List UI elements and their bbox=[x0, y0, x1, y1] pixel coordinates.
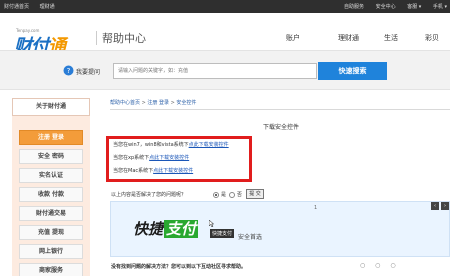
banner-subtitle: 安全首选 bbox=[238, 234, 263, 241]
sidebar-item-online-bank[interactable]: 网上银行 bbox=[19, 244, 83, 259]
question-icon: ? bbox=[63, 65, 74, 76]
radio-yes[interactable] bbox=[213, 192, 219, 198]
top-link-licaitong[interactable]: 理财通 bbox=[40, 4, 55, 10]
breadcrumb-divider bbox=[110, 109, 450, 110]
radio-yes-label: 是 bbox=[221, 192, 227, 198]
download-link[interactable]: 点此下载安装控件 bbox=[153, 168, 193, 174]
sidebar-item-receive-pay[interactable]: 收款 付款 bbox=[19, 187, 83, 202]
breadcrumb-control[interactable]: 安全控件 bbox=[176, 100, 196, 106]
banner-title-b: 支付 bbox=[164, 220, 199, 238]
svg-text:?: ? bbox=[67, 67, 71, 75]
breadcrumb-register[interactable]: 注册 登录 bbox=[147, 100, 169, 106]
search-band: ? 我要提问 快速搜索 bbox=[0, 50, 450, 90]
sidebar-item-merchant[interactable]: 商家服务 bbox=[19, 263, 83, 276]
banner-page-number: 1 bbox=[314, 205, 318, 211]
banner-tooltip: 快捷支付 bbox=[210, 229, 235, 238]
banner-title: 快捷 支付 bbox=[133, 218, 199, 239]
nav-caibei[interactable]: 彩贝 bbox=[425, 33, 439, 43]
tenpay-logo[interactable]: Tenpay.com 财付通 bbox=[6, 21, 92, 57]
sidebar-item-topup-withdraw[interactable]: 充值 提现 bbox=[19, 225, 83, 240]
search-label: 我要提问 bbox=[76, 69, 101, 76]
sidebar-item-transactions[interactable]: 财付通交易 bbox=[19, 206, 83, 221]
download-link[interactable]: 点此下载安装控件 bbox=[149, 155, 189, 161]
mouse-cursor-icon bbox=[209, 220, 214, 227]
feedback-question: 以上内容是否解决了您的问题呢？ bbox=[111, 192, 187, 198]
banner-prev-icon[interactable]: ‹ bbox=[431, 202, 439, 210]
sidebar-item-real-name[interactable]: 实名认证 bbox=[19, 168, 83, 183]
banner-next-icon[interactable]: › bbox=[441, 202, 449, 210]
radio-no-label: 否 bbox=[237, 192, 243, 198]
community-icon[interactable]: ○ bbox=[390, 262, 399, 269]
top-bar: 财付通首页 理财通 自助服务 安全中心 客服 ▾ 手机 ▾ bbox=[0, 0, 450, 13]
community-icon[interactable]: ○ bbox=[360, 262, 369, 269]
download-line-win: 当您在win7，win8和vista系统下点此下载安装控件 bbox=[113, 141, 229, 148]
radio-no[interactable] bbox=[229, 192, 235, 198]
page-title: 下载安全控件 bbox=[263, 124, 300, 131]
sidebar: 关于财付通 注册 登录 安全 密码 实名认证 收款 付款 财付通交易 充值 提现… bbox=[12, 98, 90, 276]
download-text: 当您在Mac系统下 bbox=[113, 168, 154, 174]
header: Tenpay.com 财付通 帮助中心 账户 理财通 生活 彩贝 bbox=[0, 13, 450, 57]
help-center-title: 帮助中心 bbox=[102, 32, 146, 45]
download-line-mac: 当您在Mac系统下点此下载安装控件 bbox=[113, 167, 193, 174]
breadcrumb-home[interactable]: 帮助中心首页 bbox=[110, 100, 140, 106]
top-link-mobile[interactable]: 手机 ▾ bbox=[433, 4, 447, 10]
top-link-self-service[interactable]: 自助服务 bbox=[344, 4, 364, 10]
breadcrumb-sep: > bbox=[170, 100, 175, 106]
top-link-home[interactable]: 财付通首页 bbox=[4, 4, 29, 10]
top-link-service[interactable]: 客服 ▾ bbox=[407, 4, 421, 10]
download-link[interactable]: 点此下载安装控件 bbox=[189, 142, 229, 148]
download-text: 当您在win7，win8和vista系统下 bbox=[113, 142, 189, 148]
top-left-links: 财付通首页 理财通 bbox=[4, 3, 64, 10]
sidebar-item-register-login[interactable]: 注册 登录 bbox=[19, 130, 83, 145]
submit-button[interactable]: 提 交 bbox=[246, 189, 264, 199]
sidebar-item-security-password[interactable]: 安全 密码 bbox=[19, 149, 83, 164]
community-icons: ○ ○ ○ bbox=[360, 262, 400, 269]
top-link-security[interactable]: 安全中心 bbox=[376, 4, 396, 10]
banner-title-a: 快捷 bbox=[133, 220, 164, 238]
sidebar-title[interactable]: 关于财付通 bbox=[12, 98, 90, 116]
community-icon[interactable]: ○ bbox=[375, 262, 384, 269]
download-line-xp: 当您在xp系统下点此下载安装控件 bbox=[113, 154, 189, 161]
search-button[interactable]: 快速搜索 bbox=[318, 62, 387, 80]
download-text: 当您在xp系统下 bbox=[113, 155, 150, 161]
nav-life[interactable]: 生活 bbox=[384, 33, 398, 43]
community-help-text: 没有找到问题的解决方法？您可以到以下互动社区寻求帮助。 bbox=[111, 264, 247, 270]
search-input[interactable] bbox=[113, 63, 317, 79]
breadcrumb: 帮助中心首页 > 注册 登录 > 安全控件 bbox=[110, 99, 196, 106]
promo-banner[interactable]: 快捷 支付 快捷支付 安全首选 1 ‹ › bbox=[110, 201, 450, 257]
nav-account[interactable]: 账户 bbox=[286, 33, 300, 43]
nav-licaitong[interactable]: 理财通 bbox=[338, 33, 359, 43]
header-divider bbox=[96, 31, 97, 45]
top-right-links: 自助服务 安全中心 客服 ▾ 手机 ▾ bbox=[344, 3, 450, 10]
breadcrumb-sep: > bbox=[141, 100, 146, 106]
